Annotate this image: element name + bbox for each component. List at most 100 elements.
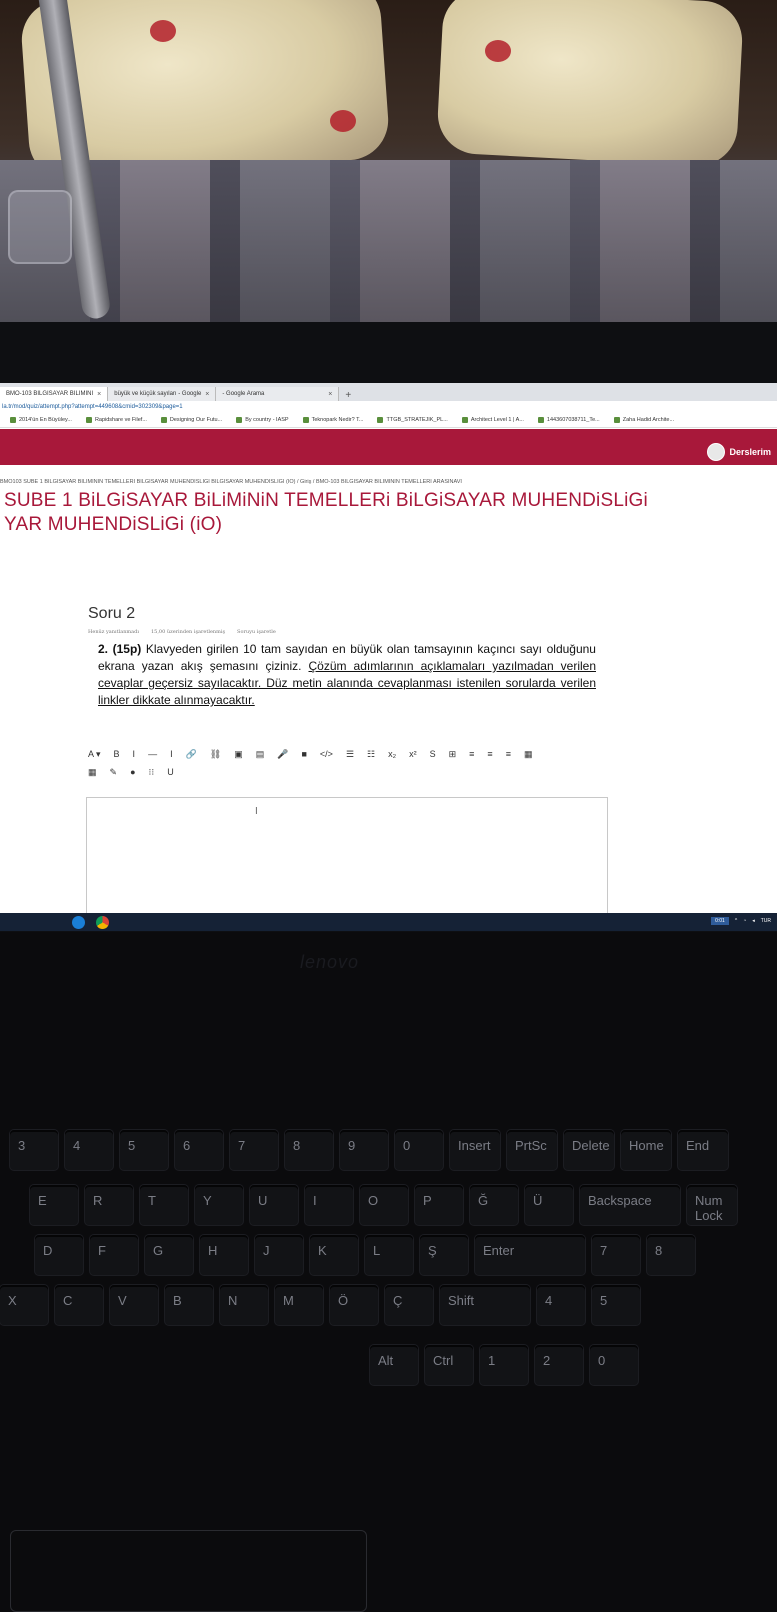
- breadcrumb-giris[interactable]: Giriş: [300, 479, 311, 485]
- close-icon[interactable]: ×: [97, 391, 101, 398]
- keyboard-key[interactable]: Y: [195, 1185, 243, 1225]
- breadcrumb-exam[interactable]: BMO-103 BILGISAYAR BILIMININ TEMELLERI A…: [316, 479, 462, 485]
- new-tab-button[interactable]: +: [339, 390, 357, 401]
- editor-toolbar-button[interactable]: B: [114, 749, 120, 759]
- keyboard-key[interactable]: 5: [120, 1130, 168, 1170]
- chevron-up-icon[interactable]: ^: [735, 918, 737, 924]
- bookmark-item[interactable]: TTGB_STRATEJIK_PL...: [377, 417, 448, 423]
- keyboard-key[interactable]: Shift: [440, 1285, 530, 1325]
- keyboard-key[interactable]: Home: [621, 1130, 671, 1170]
- bookmark-item[interactable]: By country - IASP: [236, 417, 289, 423]
- keyboard-key[interactable]: N: [220, 1285, 268, 1325]
- keyboard-key[interactable]: 9: [340, 1130, 388, 1170]
- language-indicator[interactable]: TUR: [761, 918, 771, 924]
- editor-toolbar-button[interactable]: U: [167, 767, 174, 777]
- editor-toolbar-button[interactable]: ≡: [506, 749, 511, 759]
- keyboard-key[interactable]: G: [145, 1235, 193, 1275]
- keyboard-key[interactable]: 0: [590, 1345, 638, 1385]
- editor-toolbar-button[interactable]: ▤: [256, 749, 265, 760]
- flag-question-link[interactable]: Soruyu işaretle: [237, 629, 276, 635]
- bookmark-item[interactable]: Rapidshare ve Filef...: [85, 417, 147, 423]
- keyboard-key[interactable]: F: [90, 1235, 138, 1275]
- editor-toolbar-button[interactable]: I: [133, 749, 136, 759]
- bookmark-item[interactable]: Architect Level 1 | A...: [461, 417, 524, 423]
- breadcrumb-course[interactable]: BMO103 SUBE 1 BILGISAYAR BILIMININ TEMEL…: [0, 479, 295, 485]
- keyboard-key[interactable]: V: [110, 1285, 158, 1325]
- keyboard-key[interactable]: L: [365, 1235, 413, 1275]
- keyboard-key[interactable]: PrtSc: [507, 1130, 557, 1170]
- keyboard-key[interactable]: R: [85, 1185, 133, 1225]
- address-bar[interactable]: la.tr/mod/quiz/attempt.php?attempt=44960…: [0, 401, 777, 413]
- editor-toolbar-button[interactable]: ▣: [234, 749, 243, 760]
- editor-toolbar-button[interactable]: x₂: [388, 749, 396, 759]
- editor-toolbar-button[interactable]: ≡: [469, 749, 474, 759]
- editor-toolbar-button[interactable]: ⛓: [210, 749, 221, 760]
- editor-toolbar-button[interactable]: ⁝⁝: [149, 767, 155, 778]
- editor-toolbar-button[interactable]: 🎤: [277, 749, 288, 760]
- bookmark-item[interactable]: Teknopark Nedir? T...: [302, 417, 363, 423]
- keyboard-key[interactable]: 8: [647, 1235, 695, 1275]
- derslerim-menu[interactable]: Derslerim: [707, 441, 777, 463]
- keyboard-key[interactable]: 0: [395, 1130, 443, 1170]
- close-icon[interactable]: ×: [205, 391, 209, 398]
- editor-toolbar-button[interactable]: ●: [130, 767, 135, 777]
- keyboard-key[interactable]: M: [275, 1285, 323, 1325]
- keyboard-key[interactable]: 4: [65, 1130, 113, 1170]
- keyboard-key[interactable]: 5: [592, 1285, 640, 1325]
- editor-toolbar-button[interactable]: ⊞: [449, 749, 457, 760]
- editor-toolbar-button[interactable]: —: [148, 749, 157, 759]
- editor-toolbar-button[interactable]: ▦: [88, 767, 97, 778]
- keyboard-key[interactable]: J: [255, 1235, 303, 1275]
- keyboard-key[interactable]: Insert: [450, 1130, 500, 1170]
- volume-icon[interactable]: ◂: [752, 918, 755, 924]
- browser-tab[interactable]: büyük ve küçük sayıları - Google ×: [108, 387, 217, 401]
- editor-toolbar-button[interactable]: ≡: [487, 749, 492, 759]
- editor-toolbar-button[interactable]: ✎: [110, 767, 118, 778]
- keyboard-key[interactable]: Delete: [564, 1130, 614, 1170]
- keyboard-key[interactable]: 3: [10, 1130, 58, 1170]
- keyboard-key[interactable]: Ctrl: [425, 1345, 473, 1385]
- keyboard-key[interactable]: U: [250, 1185, 298, 1225]
- keyboard-key[interactable]: 6: [175, 1130, 223, 1170]
- keyboard-key[interactable]: 1: [480, 1345, 528, 1385]
- keyboard-key[interactable]: Alt: [370, 1345, 418, 1385]
- close-icon[interactable]: ×: [328, 391, 332, 398]
- keyboard-key[interactable]: 7: [230, 1130, 278, 1170]
- editor-toolbar-button[interactable]: A ▾: [88, 749, 101, 760]
- editor-toolbar-button[interactable]: S: [430, 749, 436, 759]
- keyboard-key[interactable]: Num Lock: [687, 1185, 737, 1225]
- keyboard-key[interactable]: Enter: [475, 1235, 585, 1275]
- keyboard-key[interactable]: E: [30, 1185, 78, 1225]
- editor-toolbar-button[interactable]: ☷: [367, 749, 375, 760]
- keyboard-key[interactable]: Ü: [525, 1185, 573, 1225]
- keyboard-key[interactable]: Ş: [420, 1235, 468, 1275]
- keyboard-key[interactable]: 2: [535, 1345, 583, 1385]
- keyboard-key[interactable]: P: [415, 1185, 463, 1225]
- keyboard-key[interactable]: 7: [592, 1235, 640, 1275]
- bookmark-item[interactable]: 1443607038711_Te...: [537, 417, 600, 423]
- keyboard-key[interactable]: Ğ: [470, 1185, 518, 1225]
- chrome-icon[interactable]: [96, 916, 109, 929]
- editor-toolbar-button[interactable]: 🔗: [186, 749, 197, 760]
- keyboard-key[interactable]: K: [310, 1235, 358, 1275]
- keyboard-key[interactable]: B: [165, 1285, 213, 1325]
- editor-toolbar-button[interactable]: x²: [409, 749, 417, 759]
- bookmark-item[interactable]: Designing Our Futu...: [160, 417, 222, 423]
- browser-tab[interactable]: - Google Arama ×: [216, 387, 340, 401]
- keyboard-key[interactable]: X: [0, 1285, 48, 1325]
- editor-toolbar-button[interactable]: ☰: [346, 749, 354, 760]
- editor-toolbar-button[interactable]: ▦: [524, 749, 533, 760]
- keyboard-key[interactable]: H: [200, 1235, 248, 1275]
- keyboard-key[interactable]: O: [360, 1185, 408, 1225]
- bookmark-item[interactable]: 2014'ün En Büyüley...: [10, 417, 72, 423]
- avatar[interactable]: [707, 443, 726, 461]
- keyboard-key[interactable]: End: [678, 1130, 728, 1170]
- keyboard-key[interactable]: C: [55, 1285, 103, 1325]
- editor-toolbar-button[interactable]: I: [170, 749, 173, 759]
- editor-toolbar-button[interactable]: </>: [320, 749, 333, 759]
- network-icon[interactable]: ◔: [743, 918, 746, 924]
- keyboard-key[interactable]: Ö: [330, 1285, 378, 1325]
- clock[interactable]: 0:01: [711, 917, 729, 925]
- edge-icon[interactable]: [72, 916, 85, 929]
- answer-editor[interactable]: I: [86, 797, 608, 913]
